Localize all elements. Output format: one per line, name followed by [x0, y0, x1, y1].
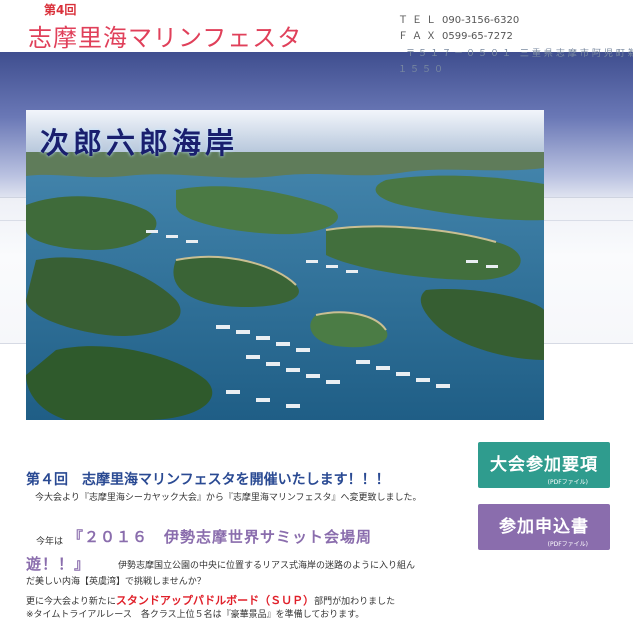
guidelines-pdf-button[interactable]: 大会参加要項 (PDFファイル)	[478, 442, 610, 488]
main-heading: 第４回 志摩里海マリンフェスタを開催いたします！！！	[26, 472, 390, 488]
hero-caption: 次郎六郎海岸	[40, 126, 239, 160]
description-line2: だ美しい内海【英虞湾】で挑戦しませんか？	[26, 577, 206, 587]
summit-tour-title: 『２０１６ 伊勢志摩世界サミット会場周	[68, 528, 373, 546]
intro-paragraph: 今大会より『志摩里海シーカヤック大会』から『志摩里海マリンフェスタ』へ変更致しま…	[26, 493, 422, 503]
tel-number: 090-3156-6320	[442, 15, 520, 26]
application-button-sub: (PDFファイル)	[547, 541, 588, 548]
prize-note: ※タイムトライアルレース 各クラス上位５名は『豪華景品』を準備しております。	[26, 610, 365, 620]
edition-label: 第4回	[44, 3, 77, 17]
description-line1: 伊勢志摩国立公園の中央に位置するリアス式海岸の迷路のように入り組ん	[118, 561, 416, 571]
summit-tour-title-cont: 遊！！』	[26, 555, 91, 573]
contact-info: ＴＥＬ 090-3156-6320 ＦＡＸ 0599-65-7272	[398, 13, 519, 45]
application-button-label: 参加申込書	[499, 517, 589, 537]
sup-highlight: スタンドアップパドルボード（ＳＵＰ）	[115, 594, 315, 607]
sup-suffix: 部門が加わりました	[314, 597, 396, 607]
address-line2: １５５０	[398, 65, 447, 75]
sup-prefix: 更に今大会より新たに	[26, 597, 116, 607]
site-title[interactable]: 志摩里海マリンフェスタ	[28, 18, 302, 53]
address-line1: 〒５１７－０５０１ 三重県志摩市阿児町鵜方	[406, 49, 633, 59]
guidelines-button-label: 大会参加要項	[490, 455, 598, 475]
year-prefix: 今年は	[36, 537, 64, 547]
guidelines-button-sub: (PDFファイル)	[547, 479, 588, 486]
fax-number: 0599-65-7272	[442, 31, 513, 42]
fax-label: ＦＡＸ	[398, 31, 440, 42]
site-header: 第4回 志摩里海マリンフェスタ ＴＥＬ 090-3156-6320 ＦＡＸ 0599…	[0, 0, 633, 52]
hero-image: 次郎六郎海岸	[26, 110, 544, 420]
sup-announcement: 更に今大会より新たにスタンドアップパドルボード（ＳＵＰ）部門が加わりました	[26, 592, 395, 608]
tel-label: ＴＥＬ	[398, 15, 440, 26]
application-pdf-button[interactable]: 参加申込書 (PDFファイル)	[478, 504, 610, 550]
